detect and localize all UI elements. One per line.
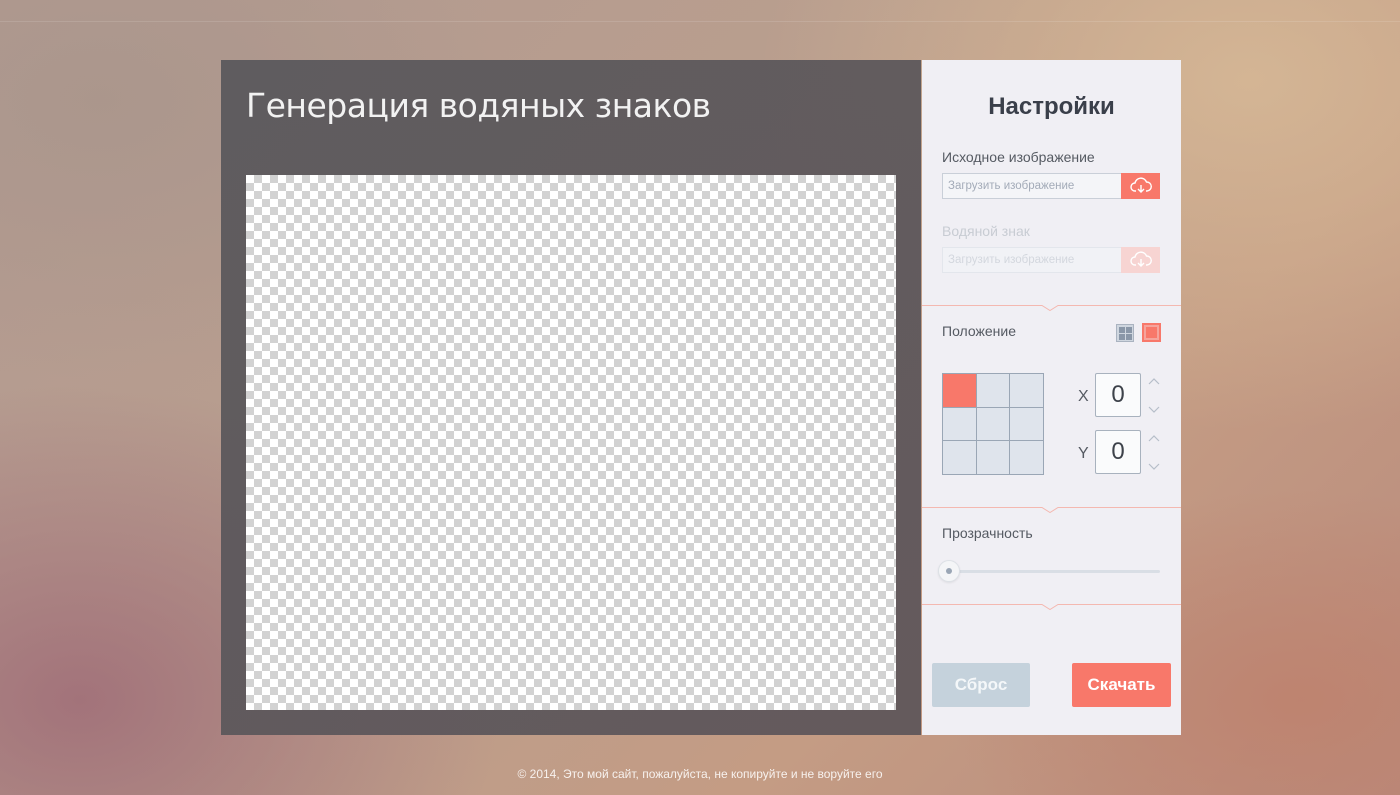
x-decrement-icon[interactable] [1147, 405, 1161, 415]
position-cell-top-right[interactable] [1010, 374, 1043, 407]
download-button[interactable]: Скачать [1072, 663, 1171, 707]
section-divider [922, 604, 1181, 610]
section-divider [922, 305, 1181, 311]
opacity-label: Прозрачность [942, 525, 1033, 541]
reset-button[interactable]: Сброс [932, 663, 1030, 707]
position-grid [942, 373, 1044, 475]
section-divider [922, 507, 1181, 513]
footer-copyright: © 2014, Это мой сайт, пожалуйста, не коп… [517, 767, 883, 781]
source-image-upload-button[interactable] [1121, 173, 1160, 199]
position-cell-middle-left[interactable] [943, 407, 976, 441]
opacity-slider-thumb[interactable] [938, 560, 960, 582]
source-image-label: Исходное изображение [942, 149, 1095, 165]
position-cell-bottom-left[interactable] [943, 441, 976, 474]
source-image-placeholder: Загрузить изображение [948, 180, 1075, 192]
settings-panel: Настройки Исходное изображение Загрузить… [922, 60, 1181, 735]
opacity-slider-track[interactable] [948, 570, 1160, 573]
watermark-label: Водяной знак [942, 223, 1030, 239]
single-square-icon[interactable] [1142, 323, 1161, 342]
image-canvas [246, 175, 896, 710]
position-cell-bottom-center[interactable] [976, 441, 1010, 474]
x-increment-icon[interactable] [1147, 376, 1161, 386]
cloud-download-icon [1129, 177, 1152, 193]
watermark-upload-button[interactable] [1121, 247, 1160, 273]
top-divider [0, 21, 1400, 22]
source-image-field[interactable]: Загрузить изображение [942, 173, 1160, 199]
y-label: Y [1078, 445, 1089, 462]
cloud-download-icon [1129, 251, 1152, 267]
position-cell-top-left[interactable] [943, 374, 976, 407]
position-cell-center[interactable] [976, 407, 1010, 441]
x-label: X [1078, 388, 1089, 405]
position-cell-middle-right[interactable] [1010, 407, 1043, 441]
watermark-placeholder: Загрузить изображение [948, 254, 1075, 266]
y-decrement-icon[interactable] [1147, 462, 1161, 472]
position-cell-bottom-right[interactable] [1010, 441, 1043, 474]
settings-title: Настройки [988, 93, 1115, 120]
editor-panel: Генерация водяных знаков [221, 60, 921, 735]
watermark-field[interactable]: Загрузить изображение [942, 247, 1160, 273]
position-label: Положение [942, 323, 1016, 339]
y-input[interactable]: 0 [1095, 430, 1141, 474]
x-input[interactable]: 0 [1095, 373, 1141, 417]
page-title: Генерация водяных знаков [246, 86, 711, 125]
y-increment-icon[interactable] [1147, 433, 1161, 443]
position-cell-top-center[interactable] [976, 374, 1010, 407]
tile-grid-icon[interactable] [1116, 324, 1134, 342]
